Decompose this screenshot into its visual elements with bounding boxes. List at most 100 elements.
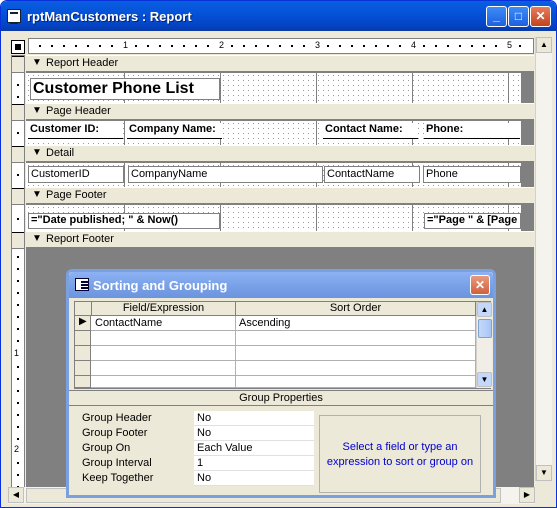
contact-name-label[interactable]: Contact Name: <box>323 123 418 139</box>
report-footer-label: Report Footer <box>46 233 114 245</box>
grid-corner[interactable] <box>75 302 92 316</box>
sort-order-cell[interactable] <box>236 361 476 376</box>
detail-section[interactable]: CustomerID CompanyName ContactName Phone <box>26 163 521 187</box>
field-expression-cell[interactable]: ContactName <box>92 316 236 331</box>
horizontal-ruler[interactable]: 1 2 3 4 5 <box>28 38 534 54</box>
vertical-scrollbar[interactable]: ▲ ▼ <box>535 37 552 481</box>
grid-scroll-thumb[interactable] <box>478 319 492 338</box>
ruler-number: 3 <box>315 40 321 50</box>
contact-name-field[interactable]: ContactName <box>324 166 420 183</box>
property-row-group-header[interactable]: Group Header No <box>74 411 314 426</box>
company-name-field[interactable]: CompanyName <box>128 166 323 183</box>
section-arrow-icon: ▼ <box>32 189 42 200</box>
customer-id-label[interactable]: Customer ID: <box>28 123 123 139</box>
scroll-down-icon[interactable]: ▼ <box>536 465 552 481</box>
report-header-label: Report Header <box>46 57 119 69</box>
phone-field[interactable]: Phone <box>423 166 521 183</box>
page-footer-bar[interactable]: ▼ Page Footer <box>26 187 534 204</box>
scroll-left-icon[interactable]: ◀ <box>8 487 24 503</box>
dialog-title-bar[interactable]: Sorting and Grouping ✕ <box>69 272 493 298</box>
report-footer-selector[interactable] <box>12 232 24 249</box>
report-selector[interactable] <box>11 40 25 54</box>
group-on-value[interactable]: Each Value <box>194 441 314 456</box>
page-footer-section[interactable]: ="Date published; " & Now() ="Page " & [… <box>26 205 521 231</box>
ruler-number: 4 <box>411 40 417 50</box>
section-arrow-icon: ▼ <box>32 147 42 158</box>
row-selector[interactable] <box>75 346 91 361</box>
field-expression-cell[interactable] <box>92 346 236 361</box>
title-bar[interactable]: rptManCustomers : Report _ □ ✕ <box>1 1 556 31</box>
field-expression-cell[interactable] <box>92 376 236 388</box>
page-header-selector[interactable] <box>12 104 24 121</box>
property-label: Group Interval <box>82 457 152 469</box>
group-interval-value[interactable]: 1 <box>194 456 314 471</box>
sorting-grouping-icon <box>75 278 89 291</box>
company-name-label[interactable]: Company Name: <box>127 123 222 139</box>
table-row[interactable] <box>75 376 476 388</box>
property-row-group-footer[interactable]: Group Footer No <box>74 426 314 441</box>
detail-selector[interactable] <box>12 146 24 163</box>
page-header-bar[interactable]: ▼ Page Header <box>26 103 534 120</box>
table-row[interactable]: ▶ ContactName Ascending <box>75 316 476 331</box>
sort-order-cell[interactable] <box>236 331 476 346</box>
detail-bar[interactable]: ▼ Detail <box>26 145 534 162</box>
page-header-section[interactable]: Customer ID: Company Name: Contact Name:… <box>26 121 521 145</box>
property-row-keep-together[interactable]: Keep Together No <box>74 471 314 486</box>
property-row-group-interval[interactable]: Group Interval 1 <box>74 456 314 471</box>
page-header-label: Page Header <box>46 105 111 117</box>
page-footer-selector[interactable] <box>12 188 24 205</box>
group-properties-grid: Group Header No Group Footer No Group On… <box>74 411 314 495</box>
close-button[interactable]: ✕ <box>530 6 551 27</box>
vruler-number: 1 <box>14 348 20 358</box>
ruler-number: 2 <box>219 40 225 50</box>
window-title: rptManCustomers : Report <box>27 9 192 24</box>
sort-grid[interactable]: Field/Expression Sort Order ▶ ContactNam… <box>74 301 492 389</box>
page-footer-label: Page Footer <box>46 189 107 201</box>
sort-order-cell[interactable] <box>236 346 476 361</box>
report-title[interactable]: Customer Phone List <box>30 78 220 100</box>
minimize-button[interactable]: _ <box>486 6 507 27</box>
table-row[interactable] <box>75 331 476 346</box>
property-label: Group On <box>82 442 131 454</box>
row-selector[interactable] <box>75 361 91 376</box>
row-selector[interactable] <box>75 376 91 388</box>
customer-id-field[interactable]: CustomerID <box>28 166 124 183</box>
report-header-selector[interactable] <box>12 56 24 73</box>
report-icon[interactable] <box>7 9 21 24</box>
scroll-up-icon[interactable]: ▲ <box>536 37 552 53</box>
property-label: Group Footer <box>82 427 148 439</box>
sorting-grouping-dialog: Sorting and Grouping ✕ Field/Expression … <box>66 269 496 498</box>
vertical-ruler[interactable]: 1 2 <box>11 55 25 495</box>
row-selector[interactable]: ▶ <box>75 316 91 331</box>
group-header-value[interactable]: No <box>194 411 314 426</box>
date-published-field[interactable]: ="Date published; " & Now() <box>28 213 220 229</box>
report-header-bar[interactable]: ▼ Report Header <box>26 55 534 72</box>
report-footer-bar[interactable]: ▼ Report Footer <box>26 231 534 248</box>
maximize-button[interactable]: □ <box>508 6 529 27</box>
row-selector[interactable] <box>75 331 91 346</box>
grid-scroll-up-icon[interactable]: ▲ <box>477 302 492 317</box>
property-row-group-on[interactable]: Group On Each Value <box>74 441 314 456</box>
report-header-section[interactable]: Customer Phone List <box>26 73 521 103</box>
section-arrow-icon: ▼ <box>32 57 42 68</box>
property-label: Keep Together <box>82 472 154 484</box>
grid-scroll-down-icon[interactable]: ▼ <box>477 372 492 387</box>
dialog-close-button[interactable]: ✕ <box>470 275 490 295</box>
help-text: Select a field or type an expression to … <box>319 415 481 493</box>
sort-order-cell[interactable] <box>236 376 476 388</box>
sort-order-cell[interactable]: Ascending <box>236 316 476 331</box>
table-row[interactable] <box>75 361 476 376</box>
field-expression-cell[interactable] <box>92 361 236 376</box>
section-arrow-icon: ▼ <box>32 105 42 116</box>
vruler-number: 2 <box>14 444 20 454</box>
grid-scrollbar[interactable]: ▲ ▼ <box>476 302 492 388</box>
scroll-right-icon[interactable]: ▶ <box>519 487 535 503</box>
table-row[interactable] <box>75 346 476 361</box>
phone-label[interactable]: Phone: <box>424 123 520 139</box>
current-row-arrow-icon: ▶ <box>79 316 87 327</box>
page-number-field[interactable]: ="Page " & [Page <box>424 213 521 229</box>
ruler-number: 5 <box>507 40 513 50</box>
field-expression-cell[interactable] <box>92 331 236 346</box>
keep-together-value[interactable]: No <box>194 471 314 486</box>
group-footer-value[interactable]: No <box>194 426 314 441</box>
